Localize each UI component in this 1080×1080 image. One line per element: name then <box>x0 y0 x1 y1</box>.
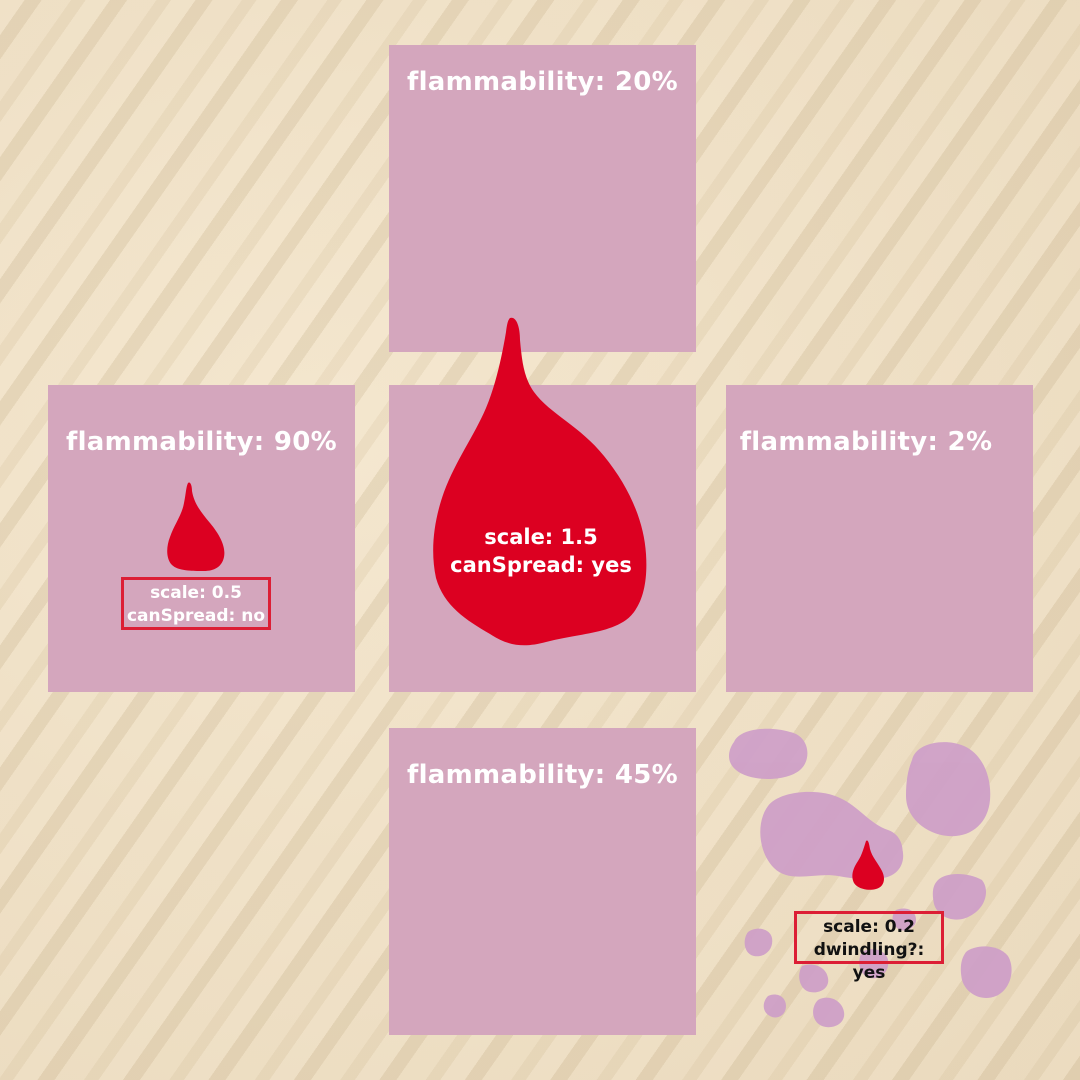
puddle-drop-scale: scale: 0.2 <box>823 917 915 937</box>
left-drop-scale: scale: 0.5 <box>150 583 242 603</box>
tile-right: flammability: 2% <box>726 385 1033 692</box>
center-drop-scale: scale: 1.5 <box>484 525 598 549</box>
tile-left-flammability-label: flammability: 90% <box>65 427 337 457</box>
blood-drop-large <box>433 317 647 646</box>
tile-top: flammability: 20% <box>389 45 696 352</box>
left-drop-spread-status: canSpread: no <box>126 606 266 626</box>
blood-drop-small <box>167 482 225 571</box>
tile-bottom: flammability: 45% <box>389 728 696 1035</box>
center-drop-spread-status: canSpread: yes <box>450 553 632 577</box>
tile-right-flammability-label: flammability: 2% <box>739 427 993 457</box>
puddle-drop-dwindling-status: dwindling?: yes <box>813 940 925 983</box>
tile-top-flammability-label: flammability: 20% <box>406 67 678 97</box>
center-drop-info: scale: 1.5 canSpread: yes <box>430 523 652 579</box>
left-drop-info-box: scale: 0.5 canSpread: no <box>121 577 271 630</box>
tile-bottom-flammability-label: flammability: 45% <box>406 760 678 790</box>
puddle-drop-info-box: scale: 0.2 dwindling?: yes <box>794 911 944 983</box>
blood-drop-tiny <box>852 840 884 890</box>
